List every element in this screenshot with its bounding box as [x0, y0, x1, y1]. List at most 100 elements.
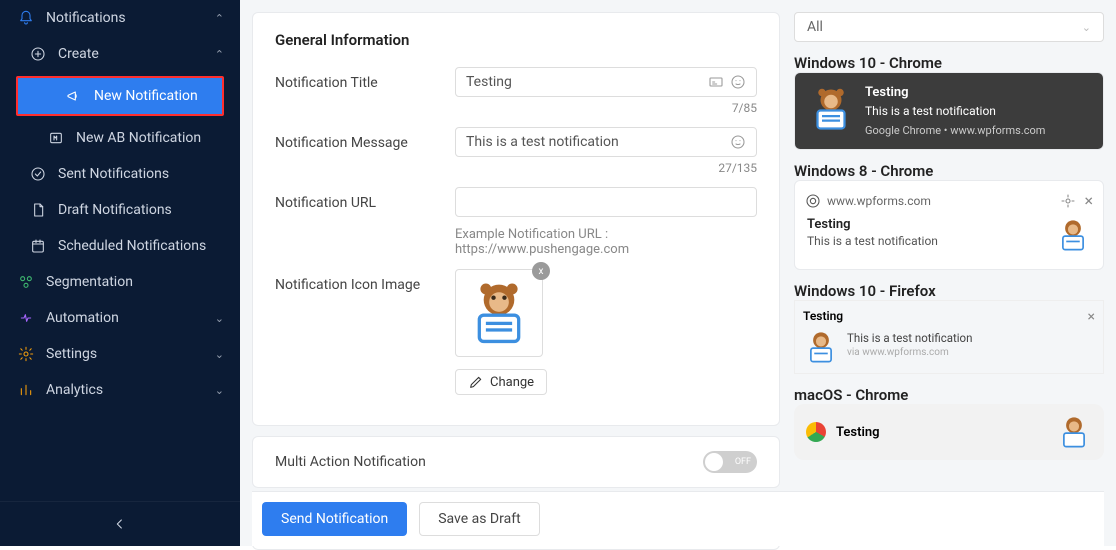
icon-label: Notification Icon Image [275, 269, 455, 293]
preview-title: Testing [803, 309, 972, 323]
chrome-icon [806, 422, 826, 442]
general-info-card: General Information Notification Title 7… [252, 12, 780, 426]
mascot-icon [807, 85, 855, 133]
megaphone-icon [66, 88, 82, 104]
chevron-down-icon: ⌄ [1082, 21, 1091, 34]
preview-domain: www.wpforms.com [827, 194, 931, 208]
preview-message: This is a test notification [847, 331, 972, 345]
preview-title: Testing [836, 425, 879, 440]
chrome-icon [805, 193, 821, 209]
preview-message: This is a test notification [865, 104, 1045, 118]
preview-heading-win8-chrome: Windows 8 - Chrome [794, 162, 1104, 180]
save-draft-button[interactable]: Save as Draft [419, 502, 539, 536]
icon-thumbnail[interactable]: x [455, 269, 543, 357]
mascot-icon [464, 278, 534, 348]
change-label: Change [490, 375, 534, 390]
url-label: Notification URL [275, 187, 455, 211]
sidebar-item-segmentation[interactable]: Segmentation [0, 264, 240, 300]
sidebar-label: Scheduled Notifications [58, 238, 206, 254]
message-label: Notification Message [275, 127, 455, 151]
chevron-up-icon: ⌃ [215, 48, 224, 61]
preview-title: Testing [865, 85, 1045, 100]
footer-bar: Send Notification Save as Draft [252, 491, 1104, 546]
emoji-icon[interactable] [730, 74, 746, 90]
chevron-down-icon: ⌄ [215, 384, 224, 397]
gear-icon[interactable] [1060, 193, 1076, 209]
sidebar-item-scheduled[interactable]: Scheduled Notifications [0, 228, 240, 264]
preview-win10-firefox: Testing This is a test notification via … [794, 300, 1104, 374]
selection-highlight: New Notification [16, 76, 224, 116]
message-input-wrap [455, 127, 757, 157]
url-input-wrap [455, 187, 757, 217]
emoji-icon[interactable] [730, 134, 746, 150]
sidebar-item-settings[interactable]: Settings ⌄ [0, 336, 240, 372]
plus-circle-icon [30, 46, 46, 62]
sidebar-item-create[interactable]: Create ⌃ [0, 36, 240, 72]
mascot-icon [1056, 414, 1092, 450]
chevron-down-icon: ⌄ [215, 312, 224, 325]
sidebar-label: New Notification [94, 88, 198, 104]
sidebar-label: Automation [46, 310, 119, 326]
calendar-icon [30, 238, 46, 254]
sidebar-label: Settings [46, 346, 97, 362]
sidebar-item-draft[interactable]: Draft Notifications [0, 192, 240, 228]
preview-mac-chrome: Testing [794, 404, 1104, 460]
multi-action-toggle[interactable]: OFF [703, 451, 757, 473]
check-circle-icon [30, 166, 46, 182]
pencil-icon [468, 374, 484, 390]
url-input[interactable] [466, 194, 746, 210]
preview-via: via www.wpforms.com [847, 347, 972, 358]
title-input-wrap [455, 67, 757, 97]
remove-icon-button[interactable]: x [532, 262, 550, 280]
title-counter: 7/85 [732, 101, 757, 115]
gear-icon [18, 346, 34, 362]
title-label: Notification Title [275, 67, 455, 91]
sidebar-label: New AB Notification [76, 130, 201, 146]
sidebar-item-analytics[interactable]: Analytics ⌄ [0, 372, 240, 408]
chevron-down-icon: ⌄ [215, 348, 224, 361]
segments-icon [18, 274, 34, 290]
preview-message: This is a test notification [807, 234, 1047, 248]
contact-card-icon[interactable] [708, 74, 724, 90]
message-input[interactable] [466, 134, 724, 150]
preview-title: Testing [807, 217, 1047, 232]
sidebar-item-notifications[interactable]: Notifications ⌃ [0, 0, 240, 36]
preview-panel: All ⌄ Windows 10 - Chrome Testing This i… [794, 12, 1104, 546]
sidebar-item-new-notification[interactable]: New Notification [18, 78, 222, 114]
preview-win10-chrome: Testing This is a test notification Goog… [794, 72, 1104, 150]
analytics-icon [18, 382, 34, 398]
sidebar-item-new-ab[interactable]: New AB Notification [0, 120, 240, 156]
sidebar-label: Segmentation [46, 274, 133, 290]
sidebar-label: Draft Notifications [58, 202, 172, 218]
section-title: General Information [275, 31, 757, 49]
close-icon[interactable]: × [1084, 193, 1093, 209]
url-hint: Example Notification URL : https://www.p… [455, 227, 757, 257]
title-input[interactable] [466, 74, 702, 90]
sidebar-item-automation[interactable]: Automation ⌄ [0, 300, 240, 336]
document-icon [30, 202, 46, 218]
sidebar-item-sent[interactable]: Sent Notifications [0, 156, 240, 192]
change-icon-button[interactable]: Change [455, 369, 547, 395]
mascot-icon [1055, 217, 1091, 253]
multi-action-card: Multi Action Notification OFF [252, 436, 780, 488]
sidebar-label: Analytics [46, 382, 103, 398]
sidebar: Notifications ⌃ Create ⌃ New Notificatio… [0, 0, 240, 546]
automation-icon [18, 310, 34, 326]
send-notification-button[interactable]: Send Notification [262, 502, 407, 536]
preview-filter-value: All [807, 19, 823, 35]
sidebar-label: Notifications [46, 10, 126, 26]
preview-win8-chrome: www.wpforms.com × Testing This is a test… [794, 180, 1104, 270]
chevron-up-icon: ⌃ [215, 12, 224, 25]
close-icon[interactable]: × [1088, 309, 1095, 325]
multi-action-label: Multi Action Notification [275, 454, 426, 470]
sidebar-label: Create [58, 46, 99, 62]
mascot-icon [803, 329, 839, 365]
sidebar-collapse[interactable] [0, 501, 240, 546]
ab-icon [48, 130, 64, 146]
bell-icon [18, 10, 34, 26]
main-content: General Information Notification Title 7… [240, 0, 1116, 546]
preview-source: Google Chrome • www.wpforms.com [865, 124, 1045, 137]
preview-heading-win10-chrome: Windows 10 - Chrome [794, 54, 1104, 72]
preview-heading-win10-ff: Windows 10 - Firefox [794, 282, 1104, 300]
preview-filter-select[interactable]: All ⌄ [794, 12, 1104, 42]
